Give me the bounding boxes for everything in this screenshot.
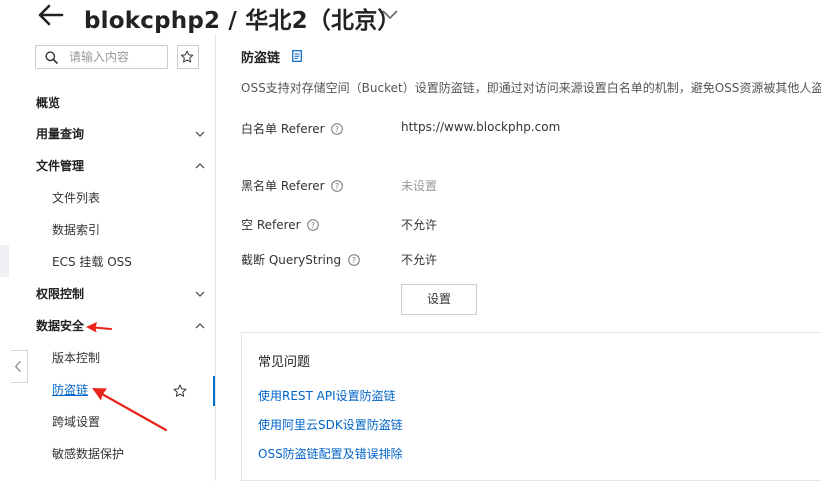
help-icon[interactable]: ?	[331, 123, 344, 135]
favorite-button[interactable]	[177, 45, 199, 69]
help-icon[interactable]: ?	[348, 254, 360, 266]
empty-referer-label: 空 Referer ?	[241, 216, 320, 233]
sidebar-item-file-management[interactable]: 文件管理	[36, 154, 211, 178]
sidebar-item-overview[interactable]: 概览	[36, 91, 211, 115]
sidebar-item-label: 概览	[36, 96, 61, 110]
active-indicator	[213, 376, 215, 406]
svg-text:?: ?	[311, 221, 315, 230]
annotation-arrow	[86, 322, 112, 333]
svg-text:?: ?	[335, 182, 339, 191]
faq-link[interactable]: OSS防盗链配置及错误排除	[258, 445, 403, 462]
chevron-left-icon	[14, 360, 21, 373]
section-description: OSS支持对存储空间（Bucket）设置防盗链，即通过对访问来源设置白名单的机制…	[241, 81, 821, 95]
sidebar-item-file-list[interactable]: 文件列表	[52, 186, 212, 210]
chevron-up-icon	[195, 323, 205, 329]
help-icon[interactable]: ?	[331, 180, 344, 192]
sidebar-item-label: 文件列表	[52, 191, 101, 205]
help-icon[interactable]: ?	[307, 219, 320, 231]
annotation-arrow	[92, 388, 168, 432]
settings-button[interactable]: 设置	[401, 284, 477, 315]
svg-text:?: ?	[352, 256, 356, 265]
setting-label: 白名单 Referer	[241, 122, 325, 136]
sidebar-item-label: 数据安全	[36, 319, 85, 333]
setting-label: 截断 QueryString	[241, 253, 342, 267]
page-title: blokcphp2 / 华北2（北京）	[84, 8, 401, 34]
empty-referer-value: 不允许	[401, 218, 438, 232]
sidebar-item-label: 版本控制	[52, 351, 101, 365]
faq-link[interactable]: 使用REST API设置防盗链	[258, 387, 396, 404]
search-icon	[45, 51, 58, 64]
sidebar-item-label: 权限控制	[36, 287, 85, 301]
document-icon[interactable]	[292, 50, 302, 62]
search-input[interactable]	[69, 48, 164, 66]
chevron-down-icon	[195, 291, 205, 297]
sidebar-item-label: 文件管理	[36, 159, 85, 173]
blacklist-referer-value: 未设置	[401, 179, 438, 193]
whitelist-referer-label: 白名单 Referer ?	[241, 120, 344, 137]
sidebar-item-ecs-mount[interactable]: ECS 挂载 OSS	[52, 250, 212, 274]
back-arrow-icon[interactable]	[36, 2, 66, 28]
sidebar-item-label: 防盗链	[52, 383, 89, 397]
star-icon	[180, 50, 194, 63]
chevron-down-icon[interactable]	[380, 6, 400, 22]
sidebar-item-access-control[interactable]: 权限控制	[36, 282, 211, 306]
truncate-querystring-value: 不允许	[401, 253, 438, 267]
chevron-down-icon	[195, 131, 205, 137]
sidebar-search[interactable]	[35, 45, 168, 69]
page-header: blokcphp2 / 华北2（北京）	[0, 0, 821, 34]
sidebar-item-label: 用量查询	[36, 127, 85, 141]
sidebar-item-label: 数据索引	[52, 223, 101, 237]
truncate-querystring-label: 截断 QueryString ?	[241, 251, 360, 268]
faq-link[interactable]: 使用阿里云SDK设置防盗链	[258, 416, 403, 433]
blacklist-referer-label: 黑名单 Referer ?	[241, 177, 344, 194]
sidebar-item-data-index[interactable]: 数据索引	[52, 218, 212, 242]
sidebar-item-sensitive-data[interactable]: 敏感数据保护	[52, 442, 212, 466]
sidebar-item-label: ECS 挂载 OSS	[52, 255, 132, 269]
svg-text:?: ?	[335, 125, 339, 134]
whitelist-referer-value: https://www.blockphp.com	[401, 120, 561, 134]
setting-label: 空 Referer	[241, 218, 301, 232]
chevron-up-icon	[195, 163, 205, 169]
sidebar-collapse-button[interactable]	[11, 350, 28, 383]
sidebar-item-label: 敏感数据保护	[52, 447, 125, 461]
star-icon[interactable]	[173, 384, 187, 398]
sidebar-item-usage[interactable]: 用量查询	[36, 122, 211, 146]
section-title: 防盗链	[241, 51, 281, 66]
sidebar-item-data-security[interactable]: 数据安全	[36, 314, 211, 338]
sidebar-item-version-control[interactable]: 版本控制	[52, 346, 212, 370]
faq-title: 常见问题	[258, 355, 311, 370]
setting-label: 黑名单 Referer	[241, 179, 325, 193]
